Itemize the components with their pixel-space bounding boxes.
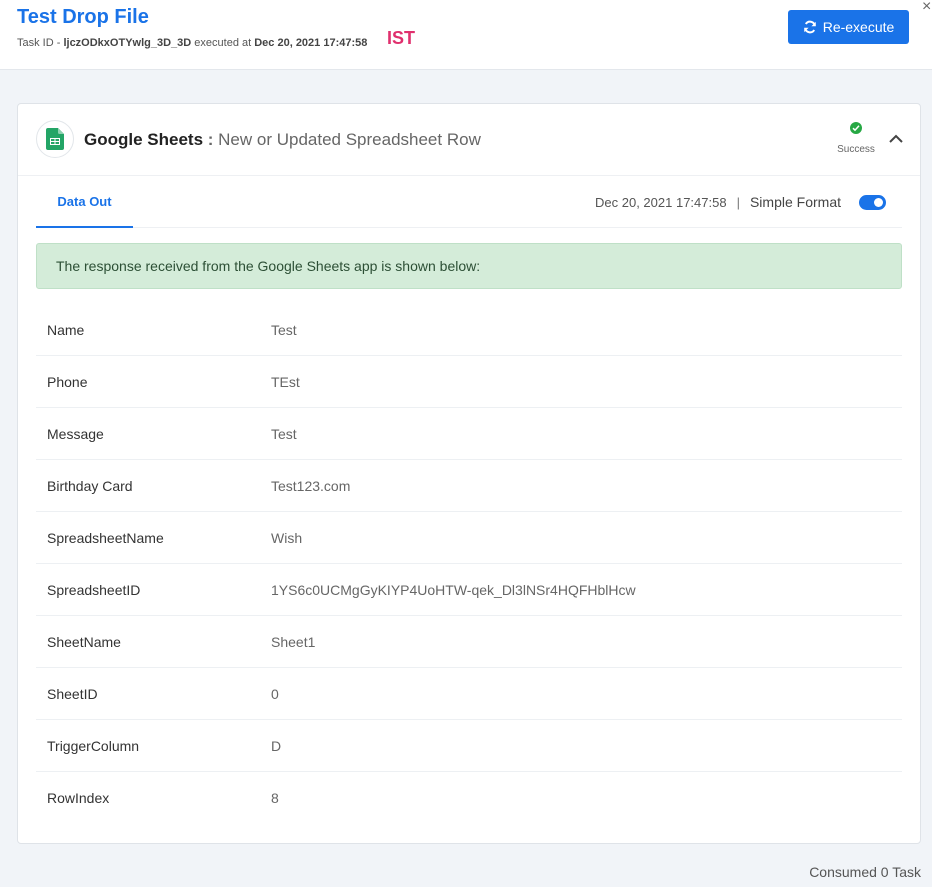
timezone-badge: IST	[387, 28, 416, 48]
google-sheets-logo-icon	[36, 120, 74, 158]
task-id-label: Task ID -	[17, 37, 64, 49]
executed-at-label: executed at	[191, 37, 255, 49]
task-step-card: Google Sheets : New or Updated Spreadshe…	[17, 103, 921, 844]
re-execute-button[interactable]: Re-execute	[788, 10, 909, 44]
table-row: Phone TEst	[36, 356, 902, 408]
table-row: Name Test	[36, 304, 902, 356]
tab-bar: Data Out Dec 20, 2021 17:47:58 | Simple …	[18, 176, 920, 228]
field-value: D	[271, 737, 282, 754]
app-separator: :	[203, 130, 219, 149]
field-value: Sheet1	[271, 633, 316, 650]
status-text: Success	[837, 144, 875, 155]
field-value: Test123.com	[271, 477, 351, 494]
field-value: Test	[271, 425, 297, 442]
field-value: 0	[271, 685, 279, 702]
task-id: ljczODkxOTYwlg_3D_3D	[63, 37, 192, 49]
output-meta: Dec 20, 2021 17:47:58 | Simple Format	[595, 194, 886, 210]
executed-at: Dec 20, 2021 17:47:58	[254, 37, 368, 49]
chevron-up-icon[interactable]	[887, 130, 905, 148]
field-key: TriggerColumn	[47, 737, 140, 754]
field-value: 8	[271, 790, 279, 806]
field-key: Phone	[47, 373, 88, 390]
table-row: TriggerColumn D	[36, 720, 902, 772]
field-key: RowIndex	[47, 790, 110, 806]
data-out-table: Name Test Phone TEst Message Test Birthday Car…	[36, 304, 902, 824]
simple-format-label: Simple Format	[749, 194, 841, 210]
tab-data-out[interactable]: Data Out	[36, 176, 133, 228]
re-execute-label: Re-execute	[822, 19, 895, 35]
tab-divider	[133, 227, 902, 228]
field-key: SpreadsheetName	[47, 529, 164, 546]
close-icon[interactable]: ×	[922, 0, 931, 16]
page-title: Test Drop File	[17, 6, 149, 28]
field-value: Test	[271, 321, 297, 338]
field-value: TEst	[271, 373, 300, 390]
simple-format-toggle[interactable]	[859, 194, 886, 210]
output-timestamp: Dec 20, 2021 17:47:58	[595, 194, 727, 210]
response-notice: The response received from the Google Sh…	[36, 243, 902, 289]
field-key: SheetID	[47, 685, 98, 702]
meta-separator: |	[736, 194, 740, 210]
field-key: SheetName	[47, 633, 121, 650]
task-info: Task ID - ljczODkxOTYwlg_3D_3D executed …	[17, 37, 367, 49]
step-title: Google Sheets : New or Updated Spreadshe…	[84, 130, 481, 150]
field-value: 1YS6c0UCMgGyKIYP4UoHTW-qek_Dl3lNSr4HQFHb…	[271, 581, 636, 598]
table-row: SpreadsheetID 1YS6c0UCMgGyKIYP4UoHTW-qek_…	[36, 564, 902, 616]
field-key: Message	[47, 425, 104, 442]
card-header[interactable]: Google Sheets : New or Updated Spreadshe…	[18, 104, 920, 176]
field-key: SpreadsheetID	[47, 581, 141, 598]
top-bar: Test Drop File Task ID - ljczODkxOTYwlg_…	[0, 0, 932, 70]
trigger-name: New or Updated Spreadsheet Row	[218, 130, 481, 149]
field-key: Name	[47, 321, 85, 338]
table-row: SheetID 0	[36, 668, 902, 720]
table-row: Message Test	[36, 408, 902, 460]
status-indicator: Success	[828, 121, 884, 155]
table-row: SheetName Sheet1	[36, 616, 902, 668]
table-row: Birthday Card Test123.com	[36, 460, 902, 512]
field-value: Wish	[271, 529, 303, 546]
table-row: RowIndex 8	[36, 772, 902, 824]
field-key: Birthday Card	[47, 477, 133, 494]
table-row: SpreadsheetName Wish	[36, 512, 902, 564]
refresh-icon	[803, 20, 816, 34]
consumed-tasks: Consumed 0 Task	[809, 864, 921, 880]
app-name: Google Sheets	[84, 130, 204, 149]
success-check-icon	[850, 122, 862, 134]
